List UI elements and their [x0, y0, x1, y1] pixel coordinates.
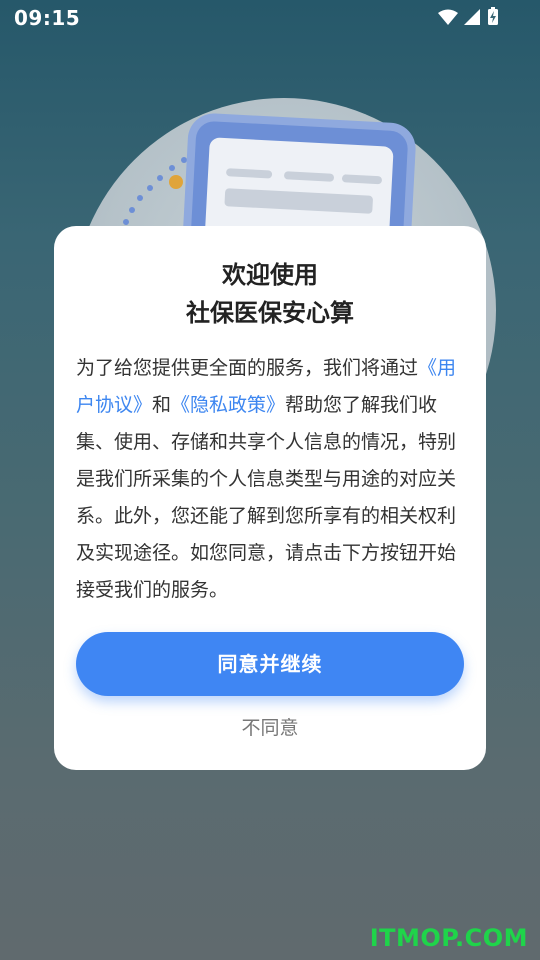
status-bar: 09:15	[0, 0, 540, 36]
watermark: ITMOP.COM	[369, 924, 528, 952]
decorative-dots	[123, 157, 187, 225]
privacy-policy-link[interactable]: 《隐私政策》	[171, 394, 285, 416]
privacy-consent-dialog: 欢迎使用 社保医保安心算 为了给您提供更全面的服务，我们将通过《用户协议》和《隐…	[54, 226, 486, 770]
dialog-title-line1: 欢迎使用	[222, 261, 318, 289]
body-conjunction: 和	[152, 394, 172, 416]
status-icons	[438, 7, 498, 25]
dialog-title: 欢迎使用 社保医保安心算	[54, 256, 486, 332]
dialog-title-line2: 社保医保安心算	[186, 299, 354, 327]
document-line	[341, 174, 383, 185]
document-line	[224, 188, 374, 214]
app-screen: 09:15 欢迎使用 社保医保安心算 为了给您提供更全面的服务，我们将通过《用户…	[0, 0, 540, 960]
body-rest: 帮助您了解我们收集、使用、存储和共享个人信息的情况，特别是我们所采集的个人信息类…	[76, 394, 457, 601]
body-intro: 为了给您提供更全面的服务，我们将通过	[76, 357, 419, 379]
dialog-body-text: 为了给您提供更全面的服务，我们将通过《用户协议》和《隐私政策》帮助您了解我们收集…	[76, 350, 468, 609]
disagree-button[interactable]: 不同意	[54, 710, 486, 746]
status-time: 09:15	[14, 6, 81, 30]
battery-charging-icon	[488, 7, 498, 25]
document-line	[283, 171, 335, 182]
agree-and-continue-button[interactable]: 同意并继续	[76, 632, 464, 696]
wifi-icon	[438, 9, 458, 25]
cellular-signal-icon	[464, 9, 480, 25]
document-line	[225, 168, 273, 179]
